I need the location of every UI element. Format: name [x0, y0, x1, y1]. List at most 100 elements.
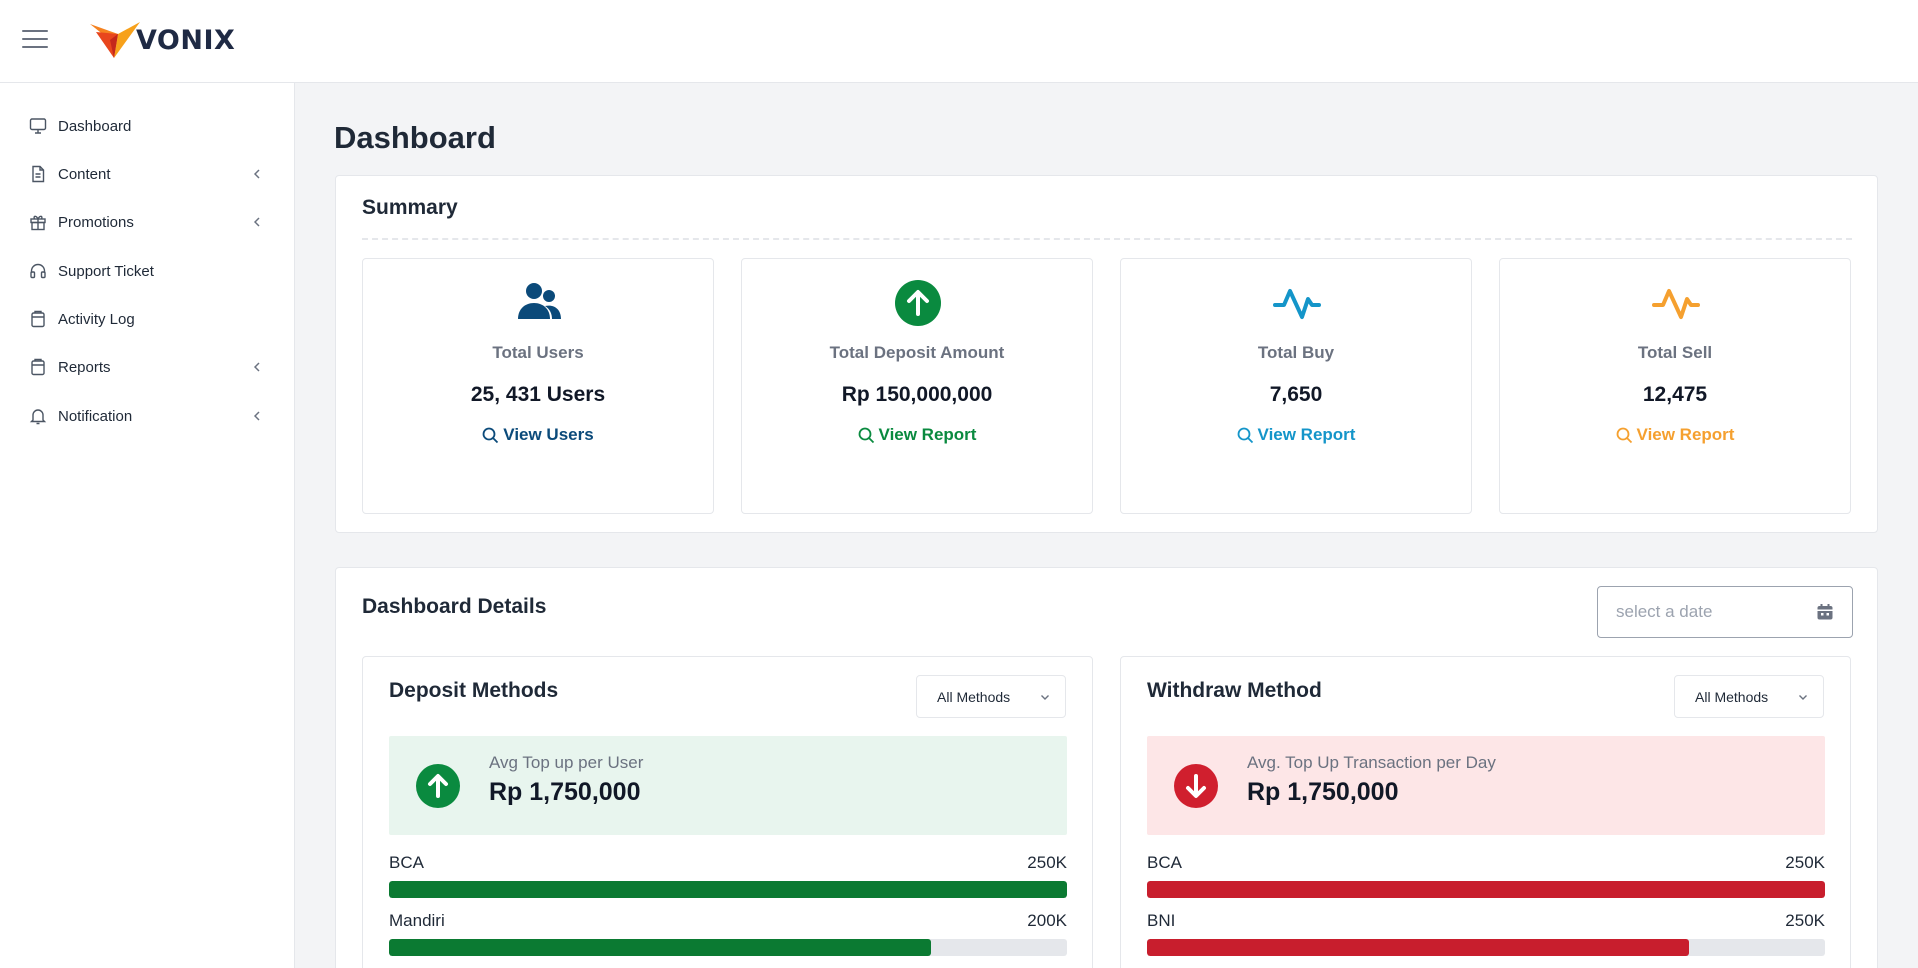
avg-topup-banner: Avg Top up per User Rp 1,750,000	[389, 736, 1067, 835]
progress-fill	[1147, 939, 1690, 956]
view-buy-report-link[interactable]: View Report	[1121, 425, 1471, 445]
stat-card-total-deposit: Total Deposit Amount Rp 150,000,000 View…	[741, 258, 1093, 514]
select-value: All Methods	[1695, 688, 1769, 705]
users-icon	[518, 283, 561, 319]
link-label: View Users	[503, 425, 594, 444]
top-bar: VONIX	[0, 0, 1918, 83]
pulse-icon	[1652, 289, 1700, 319]
panel-title: Deposit Methods	[389, 679, 559, 702]
sidebar-item-label: Activity Log	[58, 310, 135, 328]
view-sell-report-link[interactable]: View Report	[1500, 425, 1850, 445]
stat-label: Total Buy	[1257, 343, 1335, 362]
search-icon	[482, 427, 499, 443]
logo[interactable]: VONIX	[88, 20, 235, 60]
search-icon	[858, 427, 874, 443]
bell-icon	[28, 406, 48, 426]
panel-title: Withdraw Method	[1147, 679, 1322, 702]
stat-label: Total Sell	[1637, 343, 1713, 362]
summary-title: Summary	[362, 196, 458, 219]
stat-label: Total Deposit Amount	[829, 343, 1005, 362]
withdraw-method-panel: Withdraw Method All Methods Avg. Top Up …	[1120, 656, 1851, 968]
deposit-method-select[interactable]: All Methods	[916, 675, 1066, 718]
deposit-bar-bca: BCA 250K	[389, 853, 1067, 898]
sidebar-item-label: Notification	[58, 407, 133, 425]
bar-value: 250K	[1785, 853, 1825, 872]
bar-value: 250K	[1785, 911, 1825, 930]
calendar-icon[interactable]	[1816, 603, 1834, 621]
divider	[362, 238, 1852, 240]
gift-icon	[28, 212, 48, 232]
sidebar-item-label: Support Ticket	[58, 262, 154, 280]
chevron-left-icon	[253, 411, 260, 421]
clipboard-icon	[28, 357, 48, 377]
progress-fill	[389, 881, 1067, 898]
banner-value: Rp 1,750,000	[1247, 778, 1399, 806]
bar-value: 250K	[1027, 853, 1067, 872]
sidebar-item-promotions[interactable]: Promotions	[28, 206, 264, 238]
sidebar: Dashboard Content Promotions Support Tic…	[0, 83, 295, 968]
link-label: View Report	[878, 425, 977, 444]
sidebar-item-label: Promotions	[58, 213, 134, 231]
summary-card: Summary Total Users 25, 431 Users View U…	[335, 175, 1878, 533]
deposit-bar-mandiri: Mandiri 200K	[389, 911, 1067, 956]
headset-icon	[28, 261, 48, 281]
sidebar-item-reports[interactable]: Reports	[28, 351, 264, 383]
view-deposit-report-link[interactable]: View Report	[742, 425, 1092, 445]
bar-label: Mandiri	[389, 911, 445, 930]
stat-card-total-users: Total Users 25, 431 Users View Users	[362, 258, 714, 514]
dashboard-details-card: Dashboard Details select a date Deposit …	[335, 567, 1878, 968]
page-title: Dashboard	[334, 120, 496, 155]
brand-name: VONIX	[136, 24, 236, 56]
bar-value: 200K	[1027, 911, 1067, 930]
chevron-down-icon	[1041, 694, 1049, 700]
chevron-left-icon	[253, 169, 260, 179]
date-picker-input[interactable]: select a date	[1597, 586, 1853, 638]
progress-track	[389, 881, 1067, 898]
search-icon	[1237, 427, 1253, 443]
banner-label: Avg. Top Up Transaction per Day	[1247, 753, 1496, 772]
arrow-down-circle-icon	[1174, 764, 1218, 808]
details-title: Dashboard Details	[362, 595, 547, 618]
sidebar-item-support-ticket[interactable]: Support Ticket	[28, 255, 264, 287]
sidebar-item-notification[interactable]: Notification	[28, 400, 264, 432]
progress-fill	[1147, 881, 1825, 898]
stat-value: 12,475	[1642, 383, 1708, 406]
menu-icon[interactable]	[22, 30, 48, 50]
bar-label: BNI	[1147, 911, 1176, 930]
withdraw-bar-bni: BNI 250K	[1147, 911, 1825, 956]
view-users-link[interactable]: View Users	[363, 425, 713, 445]
search-icon	[1616, 427, 1632, 443]
stat-card-total-sell: Total Sell 12,475 View Report	[1499, 258, 1851, 514]
chevron-left-icon	[253, 362, 260, 372]
banner-value: Rp 1,750,000	[489, 778, 641, 806]
document-icon	[28, 164, 48, 184]
sidebar-item-content[interactable]: Content	[28, 158, 264, 190]
deposit-methods-panel: Deposit Methods All Methods Avg Top up p…	[362, 656, 1093, 968]
arrow-up-circle-icon	[416, 764, 460, 808]
arrow-up-circle-icon	[895, 280, 941, 326]
stat-value: 7,650	[1269, 383, 1323, 406]
withdraw-bar-bca: BCA 250K	[1147, 853, 1825, 898]
sidebar-item-label: Dashboard	[58, 117, 132, 135]
bar-label: BCA	[1147, 853, 1182, 872]
chevron-down-icon	[1799, 694, 1807, 700]
clipboard-icon	[28, 309, 48, 329]
stat-card-total-buy: Total Buy 7,650 View Report	[1120, 258, 1472, 514]
progress-fill	[389, 939, 932, 956]
avg-transaction-banner: Avg. Top Up Transaction per Day Rp 1,750…	[1147, 736, 1825, 835]
bar-label: BCA	[389, 853, 424, 872]
withdraw-method-select[interactable]: All Methods	[1674, 675, 1824, 718]
sidebar-item-activity-log[interactable]: Activity Log	[28, 303, 264, 335]
sidebar-item-dashboard[interactable]: Dashboard	[28, 110, 264, 142]
date-placeholder: select a date	[1616, 602, 1713, 621]
sidebar-item-label: Content	[58, 165, 111, 183]
pulse-icon	[1273, 289, 1321, 319]
progress-track	[1147, 881, 1825, 898]
stat-value: Rp 150,000,000	[841, 383, 993, 406]
stat-label: Total Users	[492, 343, 584, 362]
banner-label: Avg Top up per User	[489, 753, 644, 772]
progress-track	[1147, 939, 1825, 956]
select-value: All Methods	[937, 688, 1011, 705]
sidebar-item-label: Reports	[58, 358, 111, 376]
progress-track	[389, 939, 1067, 956]
